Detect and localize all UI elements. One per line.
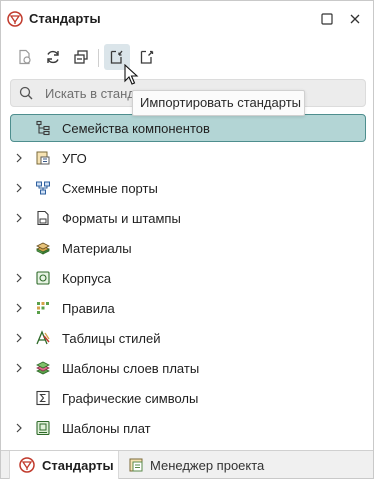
tree-item-packages[interactable]: Корпуса bbox=[1, 263, 373, 293]
project-manager-icon bbox=[129, 458, 143, 472]
schematic-ports-icon bbox=[36, 181, 50, 195]
chevron-right-icon[interactable] bbox=[13, 302, 25, 314]
chevron-right-icon[interactable] bbox=[13, 362, 25, 374]
board-templates-icon bbox=[36, 420, 50, 436]
tab-standards[interactable]: Стандарты bbox=[9, 451, 119, 479]
export-standards-icon bbox=[140, 50, 154, 64]
title-bar: Стандарты bbox=[1, 1, 373, 37]
standards-panel: Стандарты Искать в стандартах Импортиров… bbox=[0, 0, 374, 479]
tree-item-formats-stamps[interactable]: Форматы и штампы bbox=[1, 203, 373, 233]
tree-item-schematic-ports[interactable]: Схемные порты bbox=[1, 173, 373, 203]
refresh-button[interactable] bbox=[40, 44, 66, 70]
style-tables-icon bbox=[36, 330, 50, 345]
refresh-icon bbox=[47, 50, 59, 64]
tree-item-label: УГО bbox=[62, 151, 87, 166]
panel-tabs: Стандарты Менеджер проекта bbox=[1, 450, 373, 479]
tree-item-label: Шаблоны плат bbox=[62, 421, 151, 436]
materials-icon bbox=[36, 242, 50, 255]
tab-project-manager[interactable]: Менеджер проекта bbox=[121, 451, 281, 479]
tree-item-component-families[interactable]: Семейства компонентов bbox=[1, 113, 373, 143]
tree-item-board-layer-templates[interactable]: Шаблоны слоев платы bbox=[1, 353, 373, 383]
tree-item-label: Форматы и штампы bbox=[62, 211, 181, 226]
toolbar bbox=[1, 41, 373, 73]
mouse-cursor-icon bbox=[124, 64, 139, 85]
chevron-right-icon[interactable] bbox=[13, 212, 25, 224]
tree-item-label: Таблицы стилей bbox=[62, 331, 161, 346]
tree-item-label: Семейства компонентов bbox=[62, 121, 210, 136]
tree-item-label: Графические символы bbox=[62, 391, 199, 406]
tree-item-label: Правила bbox=[62, 301, 115, 316]
standards-logo-icon bbox=[7, 11, 23, 27]
tree-item-ugo[interactable]: УГО bbox=[1, 143, 373, 173]
tree-item-materials[interactable]: Материалы bbox=[1, 233, 373, 263]
board-layer-templates-icon bbox=[36, 361, 50, 375]
standards-db-icon bbox=[19, 49, 31, 65]
collapse-all-button[interactable] bbox=[68, 44, 94, 70]
tab-label: Стандарты bbox=[42, 458, 114, 473]
tree-item-label: Схемные порты bbox=[62, 181, 158, 196]
maximize-icon bbox=[321, 13, 333, 25]
search-icon bbox=[19, 86, 33, 100]
tree-item-rules[interactable]: Правила bbox=[1, 293, 373, 323]
close-button[interactable] bbox=[347, 11, 363, 27]
panel-title: Стандарты bbox=[29, 11, 101, 26]
maximize-button[interactable] bbox=[319, 11, 335, 27]
chevron-right-icon[interactable] bbox=[13, 182, 25, 194]
collapse-all-icon bbox=[74, 50, 88, 64]
rules-icon bbox=[37, 302, 49, 314]
toolbar-separator bbox=[98, 49, 99, 67]
ugo-icon bbox=[36, 151, 50, 165]
standards-db-button[interactable] bbox=[12, 44, 38, 70]
tree-item-style-tables[interactable]: Таблицы стилей bbox=[1, 323, 373, 353]
tree-item-board-templates[interactable]: Шаблоны плат bbox=[1, 413, 373, 443]
tree-item-graphic-symbols[interactable]: Графические символы bbox=[1, 383, 373, 413]
graphic-symbols-icon bbox=[36, 390, 50, 406]
tree-item-label: Материалы bbox=[62, 241, 132, 256]
chevron-right-icon[interactable] bbox=[13, 152, 25, 164]
standards-tree: Семейства компонентов УГО Схемные порты bbox=[1, 113, 373, 443]
component-families-icon bbox=[36, 120, 50, 136]
standards-logo-icon bbox=[19, 457, 35, 473]
close-icon bbox=[350, 14, 360, 24]
tooltip: Импортировать стандарты bbox=[132, 90, 305, 116]
import-standards-icon bbox=[110, 50, 123, 64]
chevron-right-icon[interactable] bbox=[13, 422, 25, 434]
packages-icon bbox=[36, 271, 50, 285]
tree-item-label: Корпуса bbox=[62, 271, 112, 286]
chevron-right-icon[interactable] bbox=[13, 272, 25, 284]
tree-item-label: Шаблоны слоев платы bbox=[62, 361, 200, 376]
formats-stamps-icon bbox=[37, 210, 49, 226]
chevron-right-icon[interactable] bbox=[13, 332, 25, 344]
tab-label: Менеджер проекта bbox=[150, 458, 265, 473]
